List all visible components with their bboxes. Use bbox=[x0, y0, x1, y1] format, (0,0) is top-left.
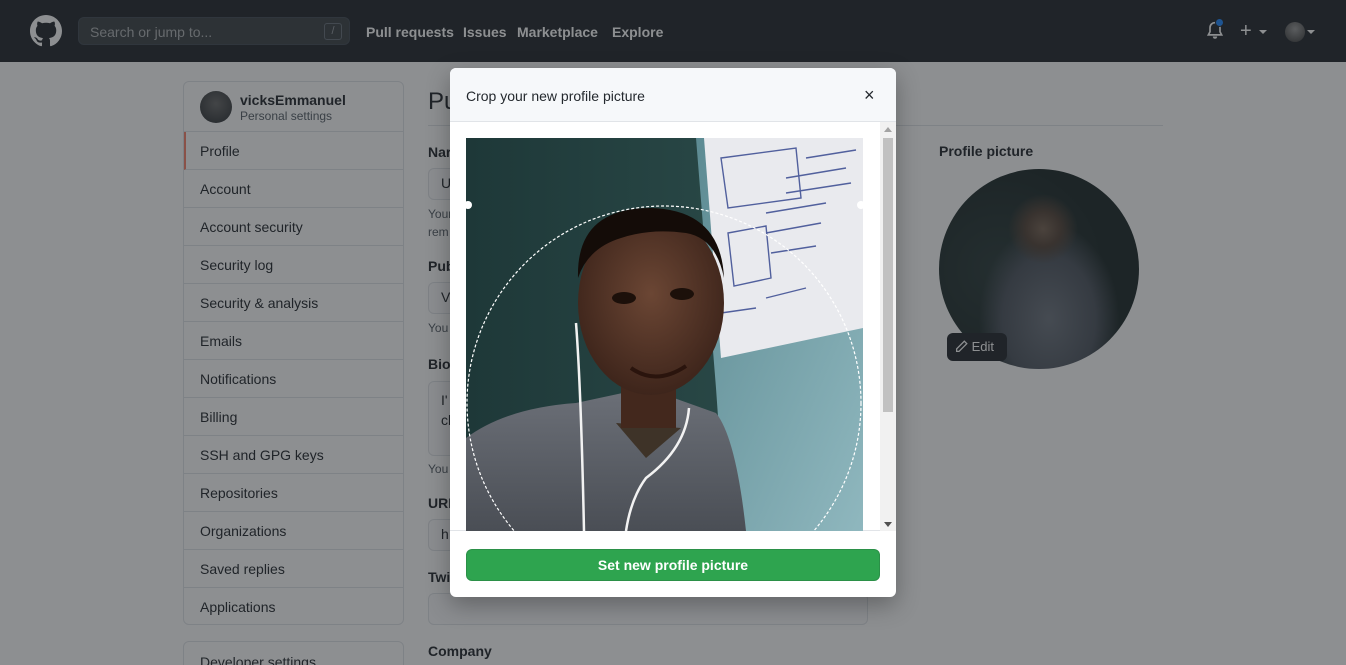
modal-title: Crop your new profile picture bbox=[466, 88, 645, 104]
close-icon[interactable]: × bbox=[864, 86, 875, 104]
crop-image[interactable] bbox=[466, 138, 863, 531]
set-new-profile-picture-button[interactable]: Set new profile picture bbox=[466, 549, 880, 581]
photo-whiteboard bbox=[704, 138, 863, 358]
scroll-down-icon[interactable] bbox=[884, 522, 892, 527]
crop-area bbox=[450, 122, 896, 531]
scroll-up-icon[interactable] bbox=[884, 127, 892, 132]
modal-header: Crop your new profile picture × bbox=[450, 68, 896, 122]
scrollbar-thumb[interactable] bbox=[883, 138, 893, 412]
crop-modal: Crop your new profile picture × Set new … bbox=[450, 68, 896, 597]
modal-scrollbar[interactable] bbox=[880, 122, 896, 531]
